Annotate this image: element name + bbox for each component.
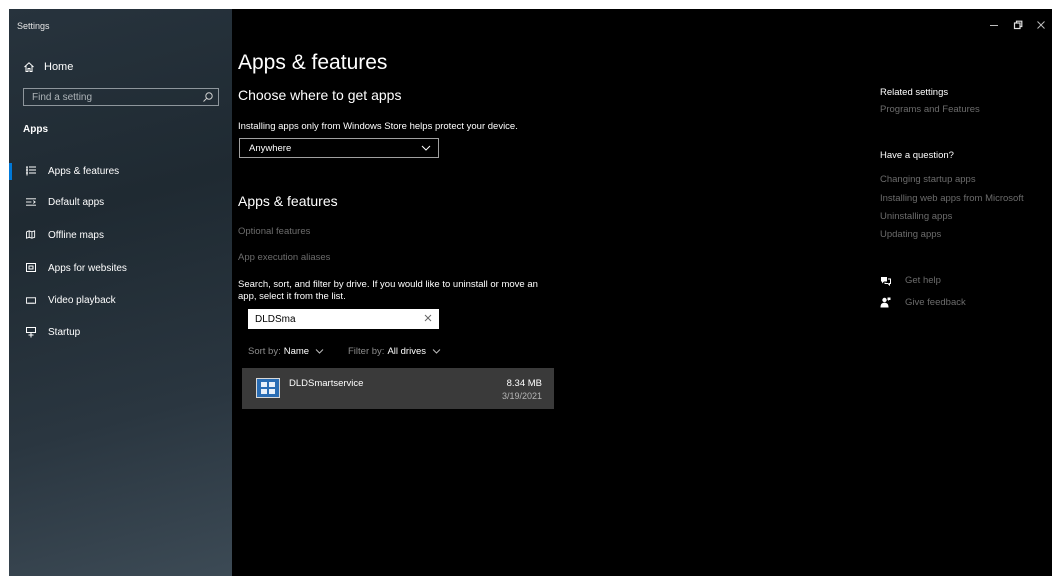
apps-section-heading: Apps & features [238,193,338,209]
home-label: Home [44,61,74,73]
close-button[interactable] [1034,19,1048,31]
related-settings-heading: Related settings [880,87,949,98]
sidebar-item-default-apps[interactable]: Default apps [9,189,232,215]
optional-features-link[interactable]: Optional features [238,226,310,237]
filter-value: All drives [387,346,426,357]
give-feedback-link[interactable]: Give feedback [880,297,966,308]
window-title: Settings [17,21,50,31]
filter-label: Filter by: [348,346,385,357]
search-icon[interactable] [202,91,214,103]
dropdown-value: Anywhere [249,143,292,154]
give-feedback-label: Give feedback [905,297,966,308]
filter-dropdown[interactable]: Filter by: All drives [348,346,441,357]
sort-label: Sort by: [248,346,281,357]
app-install-date: 3/19/2021 [501,391,542,401]
app-source-dropdown[interactable]: Anywhere [239,138,439,158]
sidebar-item-label: Video playback [48,294,116,306]
home-button[interactable]: Home [23,59,73,75]
clear-icon[interactable] [423,313,433,323]
sidebar: Settings Home Apps Apps & features Defau… [9,9,232,576]
sidebar-item-label: Apps for websites [48,262,127,274]
apps-features-icon [26,166,36,176]
chevron-down-icon [315,349,324,354]
sidebar-item-video-playback[interactable]: Video playback [9,287,232,313]
question-heading: Have a question? [880,150,954,161]
sidebar-item-apps-features[interactable]: Apps & features [9,158,232,184]
search-description: Search, sort, and filter by drive. If yo… [238,279,538,302]
sidebar-item-label: Offline maps [48,229,104,241]
settings-window: Settings Home Apps Apps & features Defau… [9,9,1052,576]
app-execution-aliases-link[interactable]: App execution aliases [238,252,330,263]
app-size: 8.34 MB [506,378,542,389]
section-title: Apps [23,124,48,135]
default-apps-icon [26,197,36,207]
find-setting-input[interactable] [24,89,202,105]
programs-and-features-link[interactable]: Programs and Features [880,104,980,115]
video-playback-icon [26,296,36,305]
sidebar-item-label: Startup [48,326,81,338]
find-setting-box[interactable] [23,88,219,106]
apps-for-websites-icon [26,263,36,273]
app-source-heading: Choose where to get apps [238,87,402,103]
help-link[interactable]: Updating apps [880,229,941,240]
help-link[interactable]: Uninstalling apps [880,211,952,222]
sort-dropdown[interactable]: Sort by: Name [248,346,324,357]
help-link[interactable]: Changing startup apps [880,174,976,185]
restore-button[interactable] [1011,19,1025,31]
restore-icon [1013,20,1023,30]
app-list-item[interactable]: DLDSmartservice 8.34 MB 3/19/2021 [242,368,554,409]
get-help-label: Get help [905,275,941,286]
app-source-description: Installing apps only from Windows Store … [238,121,518,132]
chevron-down-icon [432,349,441,354]
startup-icon [26,326,36,338]
minimize-icon [990,25,998,26]
close-icon [1037,21,1045,29]
get-help-link[interactable]: Get help [880,275,941,286]
sidebar-item-offline-maps[interactable]: Offline maps [9,222,232,248]
sidebar-item-startup[interactable]: Startup [9,319,232,345]
app-name: DLDSmartservice [289,378,364,389]
chevron-down-icon [421,145,431,151]
app-icon [256,378,280,398]
app-search-box[interactable] [248,309,439,329]
sort-value: Name [283,346,310,357]
feedback-icon [880,297,891,308]
sidebar-item-apps-for-websites[interactable]: Apps for websites [9,255,232,281]
offline-maps-icon [26,230,36,240]
sidebar-item-label: Apps & features [48,165,120,177]
page-title: Apps & features [238,51,388,74]
chat-help-icon [881,276,891,286]
minimize-button[interactable] [987,19,1001,31]
help-link[interactable]: Installing web apps from Microsoft [880,193,1024,204]
home-icon [24,62,34,72]
sidebar-item-label: Default apps [48,196,105,208]
app-search-input[interactable] [248,309,413,329]
